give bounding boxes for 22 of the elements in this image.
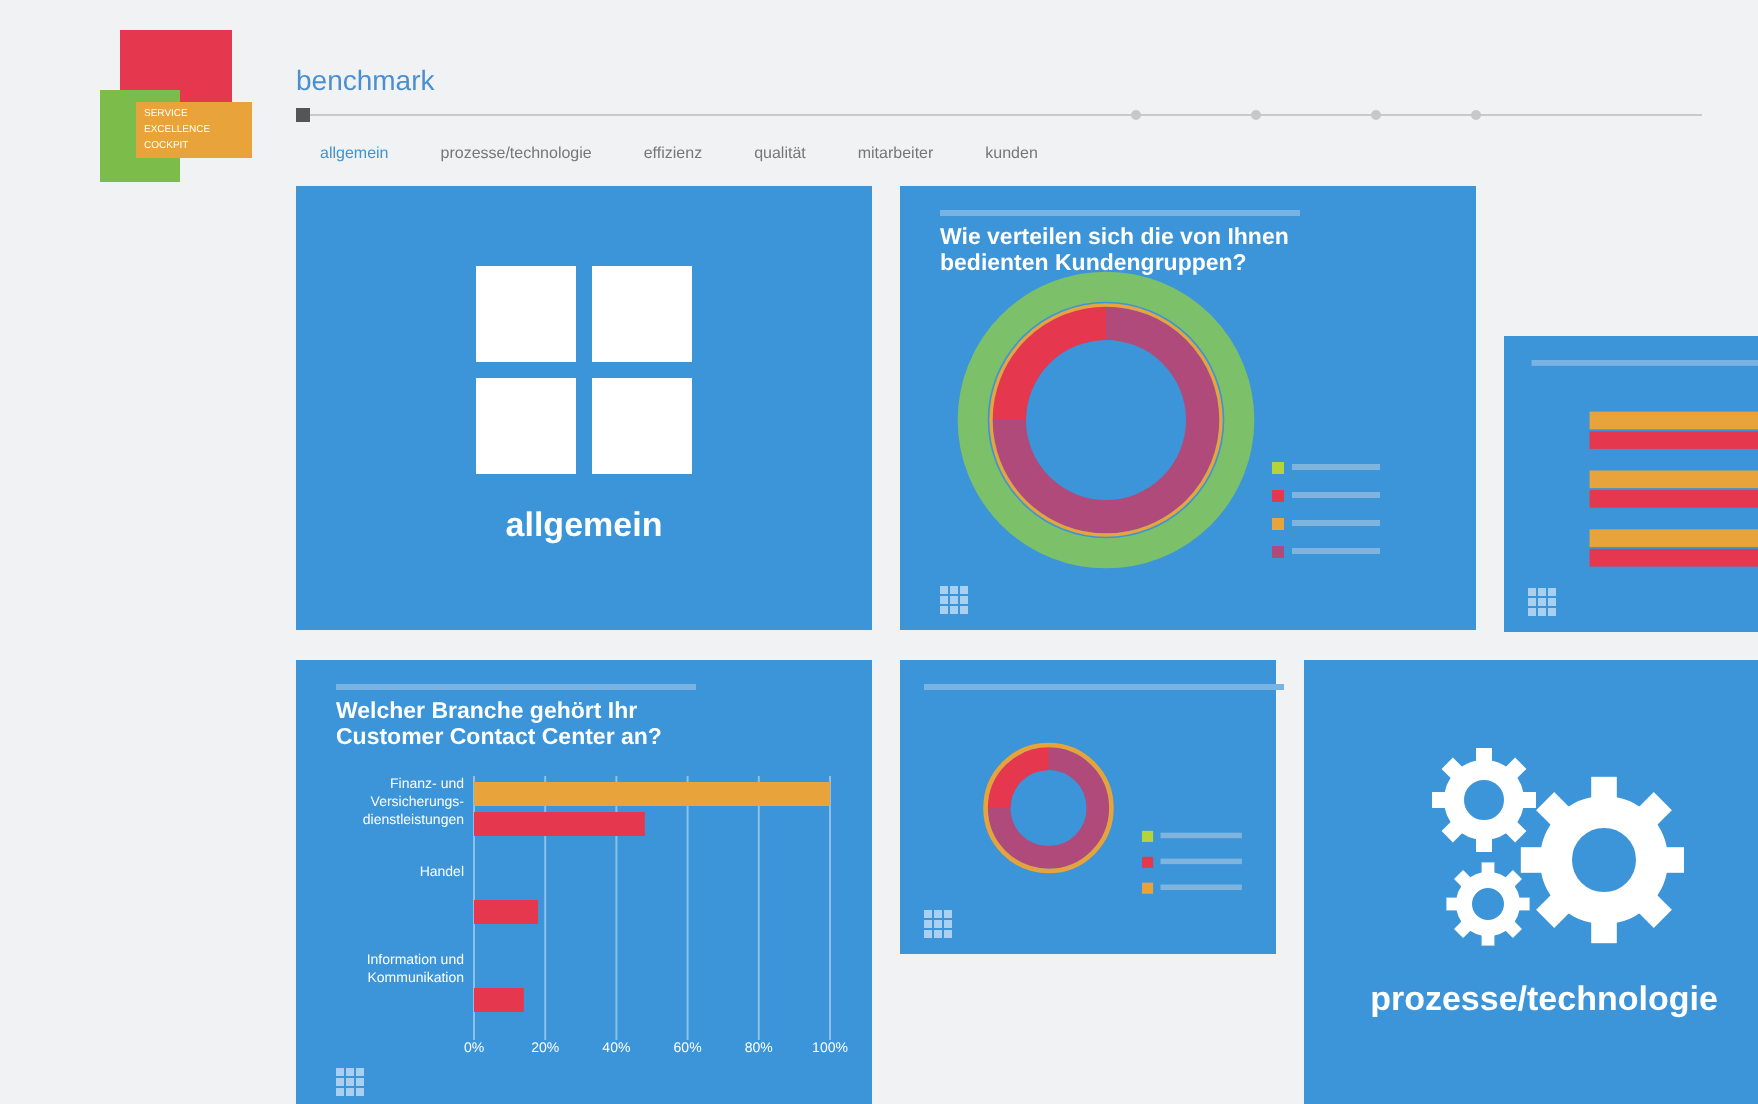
nav-tab[interactable]: kunden xyxy=(985,130,1038,166)
dashboard-tile[interactable]: Wie verteilen sich die von Ihnen bedienten Kundengruppen? xyxy=(900,186,1476,630)
grid-icon[interactable] xyxy=(940,586,968,614)
tile-label: prozesse/technologie xyxy=(1370,977,1718,1022)
dashboard-tile[interactable]: allgemein xyxy=(296,186,872,630)
nav-tab[interactable]: qualität xyxy=(754,130,806,166)
nav-tab[interactable]: prozesse/technologie xyxy=(440,130,592,166)
nav-tab[interactable]: effizienz xyxy=(643,130,703,166)
tile-label: allgemein xyxy=(505,503,663,548)
chart-title: Wie verteilen sich die von Ihnen bedienten Kundengruppen? xyxy=(940,226,1291,278)
page-title: benchmark xyxy=(296,62,437,100)
dashboard-tile[interactable] xyxy=(1504,336,1758,632)
bar xyxy=(474,988,524,1012)
grid-icon[interactable] xyxy=(1528,588,1556,616)
dashboard-tile[interactable]: prozesse/technologie xyxy=(1304,660,1758,1104)
grid-icon[interactable] xyxy=(336,1068,364,1096)
bar xyxy=(474,900,539,924)
nav-tab[interactable]: mitarbeiter xyxy=(857,130,934,166)
chart-title: Welcher Branche gehört Ihr Customer Contact Center an? xyxy=(336,700,664,752)
nav-tab[interactable]: allgemein xyxy=(320,130,389,166)
grid-icon[interactable] xyxy=(924,910,952,938)
windows-tiles-icon xyxy=(476,266,692,474)
